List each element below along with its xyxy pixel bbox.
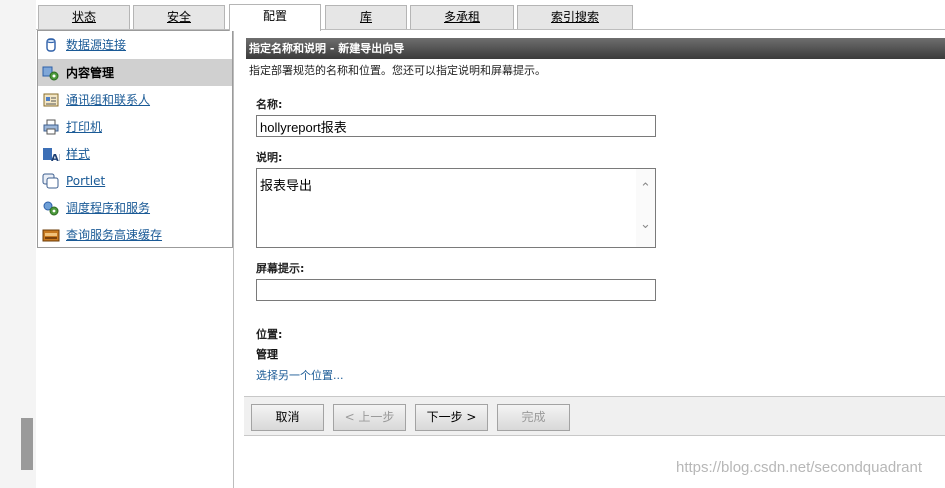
cancel-button[interactable]: 取消: [251, 404, 324, 431]
left-gutter: [0, 0, 36, 488]
sidebar-item-label: 调度程序和服务: [66, 201, 151, 215]
description-label: 说明:: [256, 151, 283, 164]
location-label: 位置:: [256, 328, 283, 341]
sidebar-item-styles[interactable]: AI 样式: [38, 140, 232, 167]
sidebar-item-label: 查询服务高速缓存: [66, 228, 163, 242]
tab-status[interactable]: 状态: [38, 5, 130, 29]
sidebar-item-scheduler-services[interactable]: 调度程序和服务: [38, 194, 232, 221]
next-button[interactable]: 下一步 >: [415, 404, 488, 431]
scheduler-gears-icon: [42, 200, 60, 216]
address-book-icon: [42, 92, 60, 108]
screen-tip-label: 屏幕提示:: [256, 262, 305, 275]
description-field[interactable]: 报表导出: [256, 168, 656, 248]
chevron-up-icon[interactable]: ⌃: [636, 181, 655, 197]
tab-configuration[interactable]: 配置: [229, 4, 321, 31]
database-cylinder-icon: [42, 37, 60, 53]
screen-tip-field[interactable]: [256, 279, 656, 301]
sidebar-item-label: 样式: [66, 147, 91, 161]
sidebar-item-label: 数据源连接: [66, 38, 127, 52]
sidebar-item-printers[interactable]: 打印机: [38, 113, 232, 140]
back-button[interactable]: < 上一步: [333, 404, 406, 431]
tab-security[interactable]: 安全: [133, 5, 225, 29]
location-value: 管理: [256, 348, 278, 361]
sidebar-item-label: Portlet: [66, 173, 106, 188]
tab-bar: 状态 安全 配置 库 多承租 索引搜索: [36, 0, 945, 31]
name-field[interactable]: [256, 115, 656, 137]
tab-multitenancy[interactable]: 多承租: [410, 5, 514, 29]
scrollbar-thumb[interactable]: [21, 418, 33, 470]
svg-text:AI: AI: [51, 153, 60, 162]
sidebar-item-label: 内容管理: [66, 66, 115, 80]
printer-icon: [42, 119, 60, 135]
sidebar-item-query-service-cache[interactable]: 查询服务高速缓存: [38, 221, 232, 248]
content-divider: [233, 30, 234, 488]
wizard-instructions: 指定部署规范的名称和位置。您还可以指定说明和屏幕提示。: [249, 64, 546, 77]
sidebar-item-label: 通讯组和联系人: [66, 93, 151, 107]
wizard-header: 指定名称和说明 - 新建导出向导: [246, 38, 945, 59]
description-scrollbar[interactable]: ⌃ ⌄: [636, 169, 655, 247]
tab-library[interactable]: 库: [325, 5, 407, 29]
content-gear-icon: [42, 65, 60, 81]
sidebar-item-content-management[interactable]: 内容管理: [38, 59, 232, 86]
watermark-text: https://blog.csdn.net/secondquadrant: [676, 459, 923, 476]
sidebar-item-label: 打印机: [66, 120, 103, 134]
select-another-location-link[interactable]: 选择另一个位置...: [256, 367, 344, 383]
sidebar-item-distribution-lists-contacts[interactable]: 通讯组和联系人: [38, 86, 232, 113]
portlet-icon: [42, 173, 60, 189]
cache-box-icon: [42, 227, 60, 243]
name-label: 名称:: [256, 98, 283, 111]
sidebar-item-portlet[interactable]: Portlet: [38, 167, 232, 194]
config-sidebar: 数据源连接 内容管理 通讯组和联系人 打印机 AI 样式 Portlet 调度: [37, 30, 233, 248]
styles-icon: AI: [42, 146, 62, 164]
chevron-down-icon[interactable]: ⌄: [636, 217, 655, 233]
tab-index-search[interactable]: 索引搜索: [517, 5, 633, 29]
sidebar-item-data-source-connections[interactable]: 数据源连接: [38, 31, 232, 58]
finish-button[interactable]: 完成: [497, 404, 570, 431]
